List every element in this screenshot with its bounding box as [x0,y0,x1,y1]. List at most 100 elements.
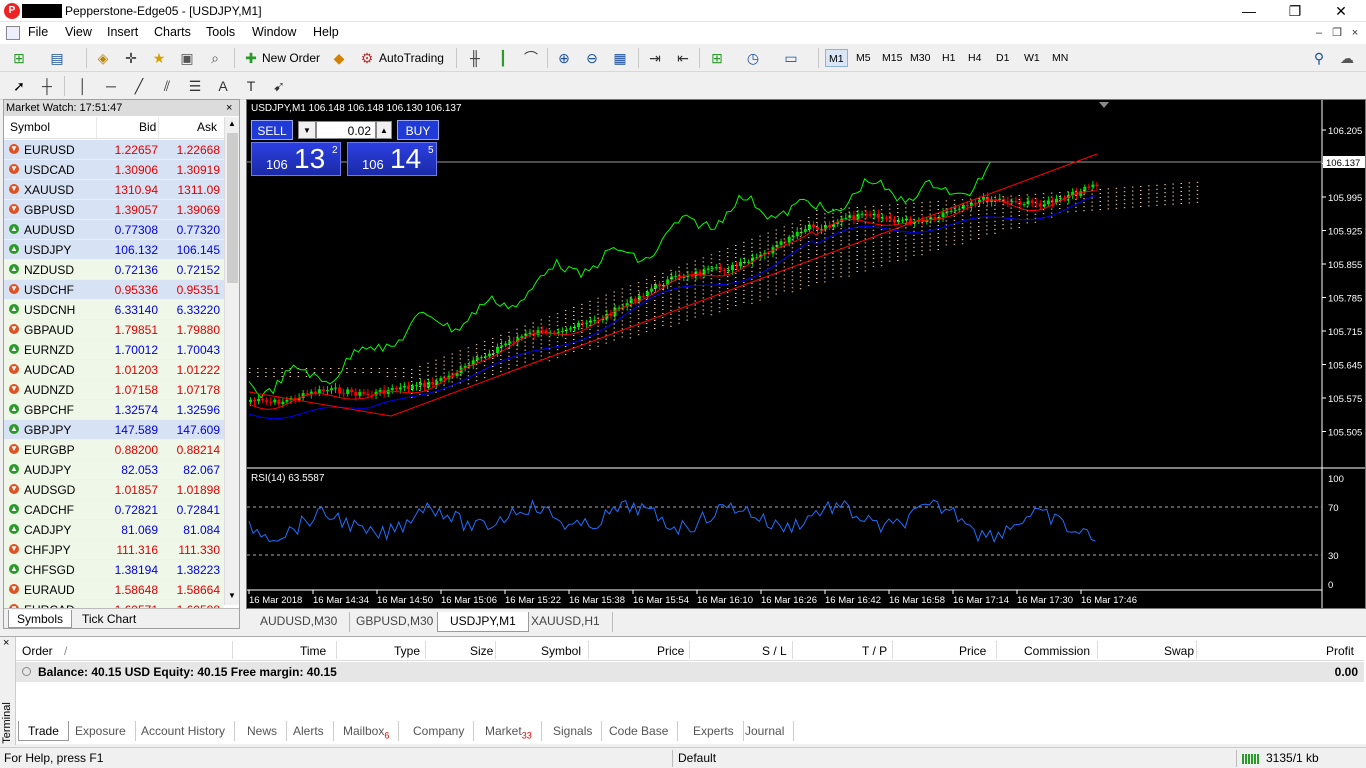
zoom-out-icon[interactable]: ⊖ [581,47,603,69]
column-order[interactable]: Order [22,644,53,658]
market-watch-row[interactable]: ▲ CADJPY 81.069 81.084 [4,520,224,540]
column-profit[interactable]: Profit [1326,644,1354,658]
periods-icon[interactable]: ◷ [742,47,764,69]
timeframe-m30[interactable]: M30 [907,49,933,67]
terminal-icon[interactable]: ▣ [176,47,198,69]
menu-view[interactable]: View [65,25,92,39]
trendline-icon[interactable]: ╱ [128,75,150,97]
equidistant-channel-icon[interactable]: ⫽ [156,75,178,97]
chart-shift-icon[interactable]: ⇤ [672,47,694,69]
new-chart-icon[interactable]: ⊞ [8,47,30,69]
menu-charts[interactable]: Charts [154,25,191,39]
tab-symbols[interactable]: Symbols [8,610,73,628]
lot-decrease-button[interactable]: ▼ [298,121,316,139]
chart-window[interactable]: 106.205106.065105.995105.925105.855105.7… [246,99,1366,609]
new-order-button[interactable]: New Order [262,51,320,65]
market-watch-row[interactable]: ▲ NZDUSD 0.72136 0.72152 [4,260,224,280]
market-watch-row[interactable]: ▲ CADCHF 0.72821 0.72841 [4,500,224,520]
market-watch-row[interactable]: ▼ USDCAD 1.30906 1.30919 [4,160,224,180]
market-watch-row[interactable]: ▼ EURGBP 0.88200 0.88214 [4,440,224,460]
auto-scroll-icon[interactable]: ⇥ [644,47,666,69]
market-watch-row[interactable]: ▼ CHFJPY 111.316 111.330 [4,540,224,560]
market-watch-icon[interactable]: ◈ [92,47,114,69]
arrows-icon[interactable]: ➹ [268,75,290,97]
menu-insert[interactable]: Insert [107,25,138,39]
column-ask[interactable]: Ask [197,120,217,134]
terminal-tab-journal[interactable]: Journal [736,721,795,741]
market-watch-row[interactable]: ▲ USDCNH 6.33140 6.33220 [4,300,224,320]
market-watch-row[interactable]: ▲ USDJPY 106.132 106.145 [4,240,224,260]
chart-tab-xauusd[interactable]: XAUUSD,H1 [519,612,613,632]
lot-increase-button[interactable]: ▲ [376,121,392,139]
buy-price-box[interactable]: 106 14 5 [347,142,437,176]
terminal-tab-experts[interactable]: Experts [684,721,744,741]
market-watch-row[interactable]: ▲ AUDUSD 0.77308 0.77320 [4,220,224,240]
market-watch-row[interactable]: ▲ AUDJPY 82.053 82.067 [4,460,224,480]
column-current-price[interactable]: Price [959,644,986,658]
column-commission[interactable]: Commission [1024,644,1090,658]
scroll-down-icon[interactable]: ▼ [228,591,236,600]
timeframe-m15[interactable]: M15 [879,49,905,67]
market-watch-row[interactable]: ▼ GBPAUD 1.79851 1.79880 [4,320,224,340]
lot-size-input[interactable]: 0.02 [316,121,376,139]
column-bid[interactable]: Bid [139,120,156,134]
sell-price-box[interactable]: 106 13 2 [251,142,341,176]
column-symbol[interactable]: Symbol [541,644,581,658]
terminal-tab-signals[interactable]: Signals [544,721,603,741]
terminal-tab-code-base[interactable]: Code Base [600,721,679,741]
column-size[interactable]: Size [470,644,493,658]
column-symbol[interactable]: Symbol [10,120,50,134]
mdi-restore-button[interactable]: ❐ [1330,26,1344,40]
sell-button[interactable]: SELL [251,120,293,140]
scroll-up-icon[interactable]: ▲ [228,119,236,128]
market-watch-row[interactable]: ▼ GBPUSD 1.39057 1.39069 [4,200,224,220]
market-watch-row[interactable]: ▼ EURUSD 1.22657 1.22668 [4,140,224,160]
market-watch-row[interactable]: ▼ USDCHF 0.95336 0.95351 [4,280,224,300]
market-watch-row[interactable]: ▲ GBPCHF 1.32574 1.32596 [4,400,224,420]
candlestick-icon[interactable]: ┃ [492,47,514,69]
fibonacci-icon[interactable]: ☰ [184,75,206,97]
terminal-close-button[interactable]: × [3,637,9,649]
terminal-tab-mailbox[interactable]: Mailbox6 [334,721,400,741]
minimize-button[interactable]: — [1226,0,1272,22]
timeframe-h4[interactable]: H4 [965,49,984,67]
autotrading-button[interactable]: AutoTrading [379,51,444,65]
zoom-in-icon[interactable]: ⊕ [553,47,575,69]
price-chart[interactable]: 106.205106.065105.995105.925105.855105.7… [247,100,1365,608]
market-watch-row[interactable]: ▼ AUDSGD 1.01857 1.01898 [4,480,224,500]
market-watch-row[interactable]: ▼ AUDNZD 1.07158 1.07178 [4,380,224,400]
timeframe-m5[interactable]: M5 [853,49,874,67]
chat-icon[interactable]: ☁ [1336,47,1358,69]
mdi-close-button[interactable]: × [1348,26,1362,40]
line-chart-icon[interactable]: ⌒ [520,47,542,69]
data-window-icon[interactable]: ✛ [120,47,142,69]
tab-tick-chart[interactable]: Tick Chart [74,610,144,628]
crosshair-icon[interactable]: ┼ [36,75,58,97]
balance-row[interactable]: Balance: 40.15 USD Equity: 40.15 Free ma… [16,662,1364,682]
market-watch-row[interactable]: ▲ GBPJPY 147.589 147.609 [4,420,224,440]
chart-tab-gbpusd[interactable]: GBPUSD,M30 [344,612,447,632]
terminal-tab-trade[interactable]: Trade [18,721,69,741]
terminal-tab-account-history[interactable]: Account History [132,721,236,741]
text-icon[interactable]: A [212,75,234,97]
scroll-thumb[interactable] [227,133,238,283]
profiles-icon[interactable]: ▤ [46,47,68,69]
timeframe-d1[interactable]: D1 [993,49,1012,67]
horizontal-line-icon[interactable]: ─ [100,75,122,97]
terminal-tab-exposure[interactable]: Exposure [66,721,136,741]
buy-button[interactable]: BUY [397,120,439,140]
timeframe-m1[interactable]: M1 [825,49,848,67]
market-watch-row[interactable]: ▼ XAUUSD 1310.94 1311.09 [4,180,224,200]
timeframe-h1[interactable]: H1 [939,49,958,67]
document-icon[interactable] [6,26,20,40]
navigator-icon[interactable]: ★ [148,47,170,69]
terminal-tab-market[interactable]: Market33 [476,721,542,741]
cursor-icon[interactable]: ➚ [8,75,30,97]
autotrading-icon[interactable]: ⚙ [356,47,378,69]
chart-tab-audusd[interactable]: AUDUSD,M30 [248,612,351,632]
chart-tab-usdjpy[interactable]: USDJPY,M1 [437,612,529,632]
market-watch-close-button[interactable]: × [226,100,238,116]
vertical-line-icon[interactable]: │ [72,75,94,97]
close-button[interactable]: ✕ [1318,0,1364,22]
timeframe-mn[interactable]: MN [1049,49,1071,67]
